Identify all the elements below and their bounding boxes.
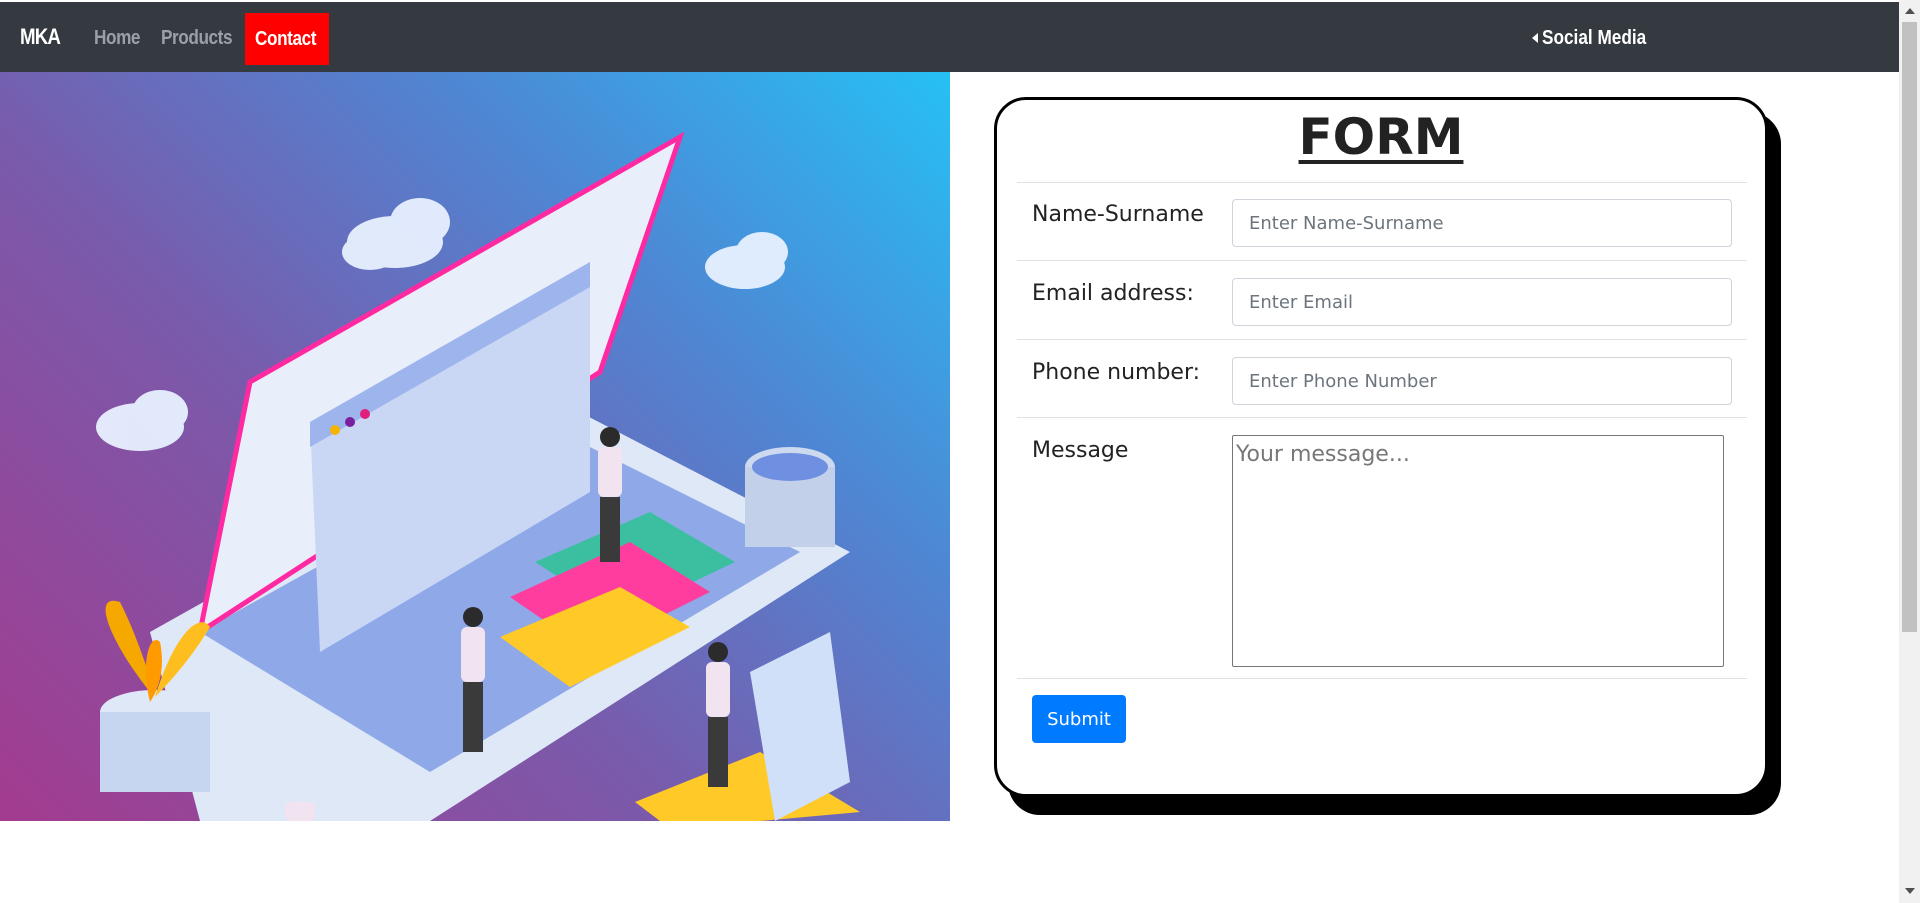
- window-dot: [360, 409, 370, 419]
- cloud-icon: [342, 198, 450, 270]
- nav-link-home[interactable]: Home: [84, 14, 158, 62]
- scroll-down-arrow-icon[interactable]: [1905, 888, 1915, 894]
- row-divider: [1017, 339, 1747, 340]
- cloud-icon: [705, 232, 788, 289]
- submit-button[interactable]: Submit: [1032, 695, 1126, 743]
- contact-form-card: FORM Name-Surname Email address: Phone n…: [994, 97, 1768, 797]
- isometric-workspace-illustration: [96, 131, 860, 821]
- scrollbar-thumb[interactable]: [1902, 22, 1917, 632]
- nav-link-contact[interactable]: Contact: [245, 13, 329, 65]
- social-media-dropdown[interactable]: Social Media: [1532, 14, 1663, 62]
- top-navbar: MKA Home Products Contact Social Media: [0, 2, 1899, 72]
- caret-left-icon: [1532, 33, 1538, 43]
- person-figure: [285, 802, 315, 821]
- phone-input[interactable]: [1232, 357, 1732, 405]
- vertical-scrollbar[interactable]: [1899, 0, 1920, 903]
- brand-logo[interactable]: MKA: [20, 24, 61, 50]
- window-dot: [345, 417, 355, 427]
- plant-pot: [100, 712, 210, 792]
- row-divider: [1017, 678, 1747, 679]
- scroll-up-arrow-icon[interactable]: [1905, 8, 1915, 14]
- row-divider: [1017, 182, 1747, 183]
- message-textarea[interactable]: [1232, 435, 1724, 667]
- email-label: Email address:: [1032, 281, 1194, 306]
- name-surname-label: Name-Surname: [1032, 202, 1204, 227]
- social-media-label: Social Media: [1542, 26, 1647, 49]
- row-divider: [1017, 260, 1747, 261]
- row-divider: [1017, 417, 1747, 418]
- person-figure: [706, 642, 730, 787]
- window-dot: [330, 425, 340, 435]
- hero-illustration: [0, 72, 950, 821]
- form-title: FORM: [1298, 108, 1464, 166]
- email-input[interactable]: [1232, 278, 1732, 326]
- cloud-icon: [96, 390, 188, 451]
- person-figure: [461, 607, 485, 752]
- nav-link-products[interactable]: Products: [151, 14, 254, 62]
- mug: [752, 453, 828, 481]
- name-surname-input[interactable]: [1232, 199, 1732, 247]
- message-label: Message: [1032, 438, 1129, 463]
- phone-label: Phone number:: [1032, 360, 1201, 385]
